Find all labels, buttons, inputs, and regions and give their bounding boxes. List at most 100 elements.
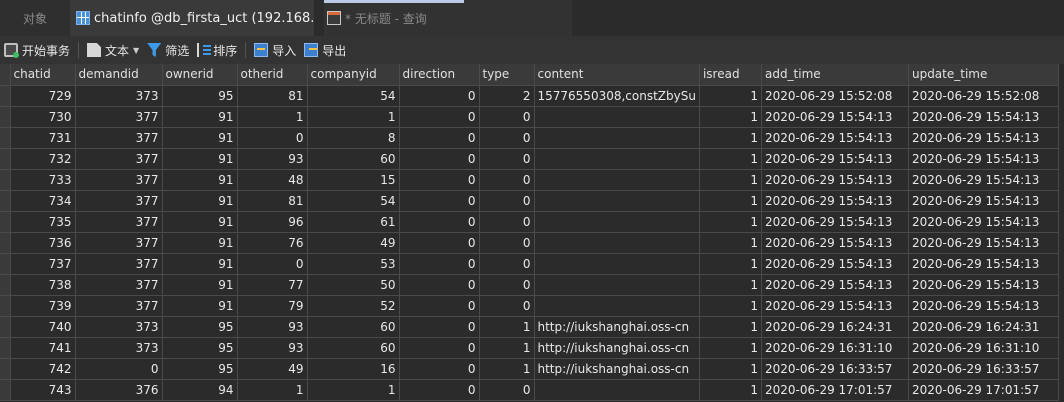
cell-isread[interactable]: 1	[699, 274, 762, 296]
cell-demandid[interactable]: 377	[75, 211, 163, 233]
cell-otherid[interactable]: 0	[237, 127, 308, 149]
cell-add_time[interactable]: 2020-06-29 15:54:13	[761, 253, 909, 275]
cell-add_time[interactable]: 2020-06-29 15:54:13	[761, 106, 909, 128]
column-header-add_time[interactable]: add_time	[761, 64, 909, 86]
cell-update_time[interactable]: 2020-06-29 15:54:13	[908, 190, 1059, 212]
row-selector[interactable]	[0, 127, 11, 149]
cell-ownerid[interactable]: 91	[162, 295, 238, 317]
cell-ownerid[interactable]: 95	[162, 337, 238, 359]
cell-content[interactable]: http://iukshanghai.oss-cn	[534, 316, 700, 338]
cell-demandid[interactable]: 373	[75, 316, 163, 338]
cell-isread[interactable]: 1	[699, 85, 762, 107]
table-row[interactable]: 742 0 95 49 16 0 1 http://iukshanghai.oss-cn 1 20…	[0, 358, 1059, 380]
table-row[interactable]: 736 377 91 76 49 0 0 1 2020-06-29 15:54:13 2020-0…	[0, 232, 1059, 254]
cell-otherid[interactable]: 81	[237, 85, 308, 107]
row-selector[interactable]	[0, 169, 11, 191]
cell-isread[interactable]: 1	[699, 358, 762, 380]
column-header-companyid[interactable]: companyid	[307, 64, 400, 86]
cell-type[interactable]: 0	[479, 190, 535, 212]
cell-ownerid[interactable]: 91	[162, 106, 238, 128]
cell-companyid[interactable]: 1	[307, 379, 400, 401]
cell-companyid[interactable]: 49	[307, 232, 400, 254]
chevron-down-icon[interactable]: ▼	[133, 46, 139, 55]
cell-chatid[interactable]: 737	[10, 253, 76, 275]
cell-content[interactable]	[534, 274, 700, 296]
table-row[interactable]: 738 377 91 77 50 0 0 1 2020-06-29 15:54:13 2020-0…	[0, 274, 1059, 296]
table-row[interactable]: 730 377 91 1 1 0 0 1 2020-06-29 15:54:13 2020-06-…	[0, 106, 1059, 128]
table-row[interactable]: 739 377 91 79 52 0 0 1 2020-06-29 15:54:13 2020-0…	[0, 295, 1059, 317]
row-selector[interactable]	[0, 106, 11, 128]
cell-content[interactable]	[534, 379, 700, 401]
cell-update_time[interactable]: 2020-06-29 15:54:13	[908, 211, 1059, 233]
cell-add_time[interactable]: 2020-06-29 15:54:13	[761, 211, 909, 233]
table-row[interactable]: 740 373 95 93 60 0 1 http://iukshanghai.oss-cn 1…	[0, 316, 1059, 338]
cell-companyid[interactable]: 61	[307, 211, 400, 233]
cell-demandid[interactable]: 373	[75, 85, 163, 107]
cell-otherid[interactable]: 0	[237, 253, 308, 275]
cell-chatid[interactable]: 739	[10, 295, 76, 317]
cell-otherid[interactable]: 93	[237, 148, 308, 170]
row-selector[interactable]	[0, 337, 11, 359]
cell-isread[interactable]: 1	[699, 169, 762, 191]
row-selector[interactable]	[0, 379, 11, 401]
cell-demandid[interactable]: 373	[75, 337, 163, 359]
cell-type[interactable]: 0	[479, 253, 535, 275]
cell-ownerid[interactable]: 91	[162, 169, 238, 191]
cell-type[interactable]: 0	[479, 379, 535, 401]
row-selector-header[interactable]	[0, 64, 11, 86]
cell-ownerid[interactable]: 95	[162, 316, 238, 338]
cell-add_time[interactable]: 2020-06-29 17:01:57	[761, 379, 909, 401]
cell-direction[interactable]: 0	[399, 148, 480, 170]
cell-chatid[interactable]: 731	[10, 127, 76, 149]
table-row[interactable]: 733 377 91 48 15 0 0 1 2020-06-29 15:54:13 2020-0…	[0, 169, 1059, 191]
cell-update_time[interactable]: 2020-06-29 15:54:13	[908, 253, 1059, 275]
cell-demandid[interactable]: 377	[75, 127, 163, 149]
begin-transaction-button[interactable]: 开始事务	[0, 38, 74, 62]
table-row[interactable]: 735 377 91 96 61 0 0 1 2020-06-29 15:54:13 2020-0…	[0, 211, 1059, 233]
cell-otherid[interactable]: 1	[237, 106, 308, 128]
row-selector[interactable]	[0, 295, 11, 317]
cell-content[interactable]	[534, 232, 700, 254]
row-selector[interactable]	[0, 316, 11, 338]
cell-demandid[interactable]: 377	[75, 232, 163, 254]
cell-otherid[interactable]: 48	[237, 169, 308, 191]
cell-isread[interactable]: 1	[699, 127, 762, 149]
cell-update_time[interactable]: 2020-06-29 15:54:13	[908, 232, 1059, 254]
cell-update_time[interactable]: 2020-06-29 16:24:31	[908, 316, 1059, 338]
table-row[interactable]: 734 377 91 81 54 0 0 1 2020-06-29 15:54:13 2020-0…	[0, 190, 1059, 212]
tab-chatinfo-table[interactable]: chatinfo @db_firsta_uct (192.168.1.2...	[70, 0, 314, 36]
cell-add_time[interactable]: 2020-06-29 16:31:10	[761, 337, 909, 359]
row-selector[interactable]	[0, 358, 11, 380]
cell-companyid[interactable]: 54	[307, 85, 400, 107]
column-header-otherid[interactable]: otherid	[237, 64, 308, 86]
cell-direction[interactable]: 0	[399, 358, 480, 380]
cell-isread[interactable]: 1	[699, 295, 762, 317]
cell-otherid[interactable]: 93	[237, 316, 308, 338]
cell-add_time[interactable]: 2020-06-29 15:54:13	[761, 274, 909, 296]
cell-ownerid[interactable]: 95	[162, 358, 238, 380]
table-row[interactable]: 732 377 91 93 60 0 0 1 2020-06-29 15:54:13 2020-0…	[0, 148, 1059, 170]
cell-add_time[interactable]: 2020-06-29 15:54:13	[761, 232, 909, 254]
cell-content[interactable]	[534, 148, 700, 170]
cell-update_time[interactable]: 2020-06-29 15:54:13	[908, 295, 1059, 317]
cell-add_time[interactable]: 2020-06-29 15:54:13	[761, 169, 909, 191]
cell-direction[interactable]: 0	[399, 232, 480, 254]
cell-chatid[interactable]: 735	[10, 211, 76, 233]
cell-chatid[interactable]: 734	[10, 190, 76, 212]
cell-add_time[interactable]: 2020-06-29 15:52:08	[761, 85, 909, 107]
cell-ownerid[interactable]: 91	[162, 232, 238, 254]
cell-demandid[interactable]: 376	[75, 379, 163, 401]
column-header-content[interactable]: content	[534, 64, 700, 86]
cell-demandid[interactable]: 377	[75, 190, 163, 212]
sort-button[interactable]: 排序	[193, 38, 241, 62]
cell-update_time[interactable]: 2020-06-29 15:52:08	[908, 85, 1059, 107]
cell-ownerid[interactable]: 91	[162, 148, 238, 170]
cell-isread[interactable]: 1	[699, 316, 762, 338]
cell-companyid[interactable]: 52	[307, 295, 400, 317]
data-grid[interactable]: chatid demandid ownerid otherid companyid dir…	[0, 64, 1064, 402]
cell-ownerid[interactable]: 91	[162, 190, 238, 212]
cell-add_time[interactable]: 2020-06-29 15:54:13	[761, 148, 909, 170]
cell-direction[interactable]: 0	[399, 337, 480, 359]
column-header-isread[interactable]: isread	[699, 64, 762, 86]
table-row[interactable]: 737 377 91 0 53 0 0 1 2020-06-29 15:54:13 2020-06…	[0, 253, 1059, 275]
